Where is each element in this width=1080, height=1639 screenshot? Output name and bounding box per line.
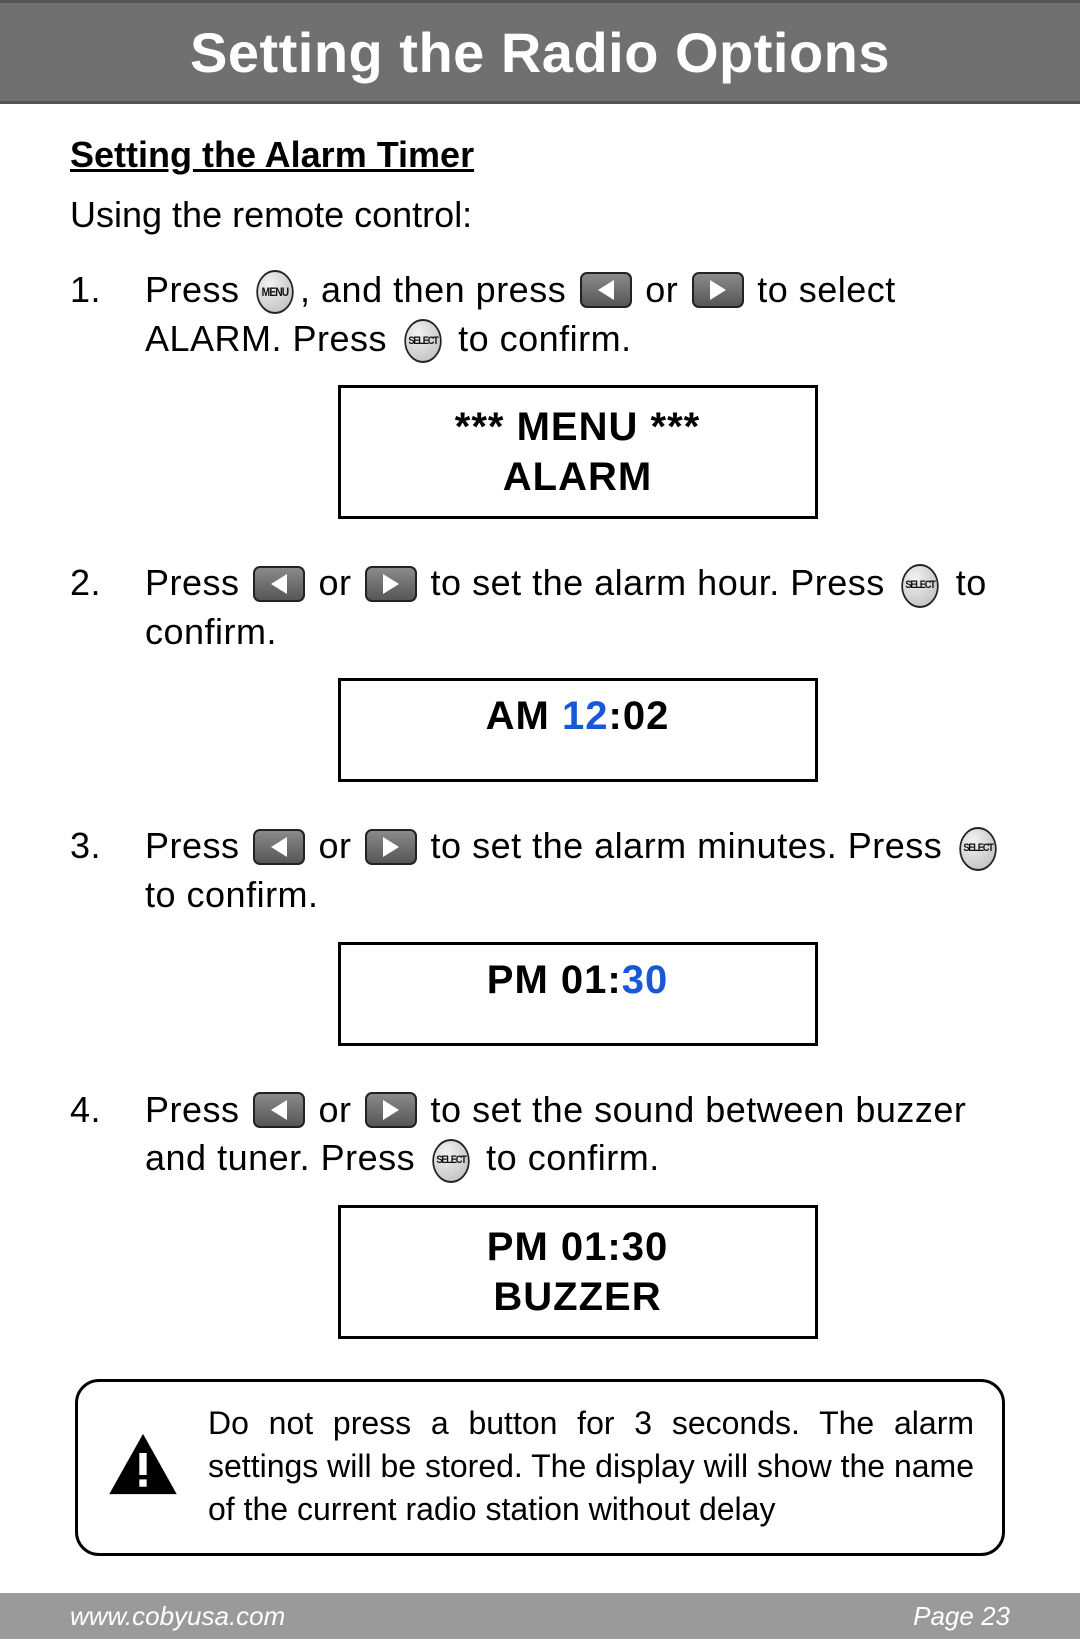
- lcd-prefix: PM 01:: [487, 958, 622, 1002]
- left-arrow-icon: [253, 1092, 305, 1128]
- note-text: Do not press a button for 3 seconds. The…: [208, 1402, 974, 1532]
- step-text: or: [635, 269, 689, 310]
- step-text: or: [308, 825, 362, 866]
- step-1: Press MENU, and then press or to select …: [70, 266, 1010, 519]
- footer-bar: www.cobyusa.com Page 23: [0, 1593, 1080, 1639]
- step-text: Press: [145, 562, 250, 603]
- lcd-highlight: 12: [562, 694, 609, 738]
- steps-list: Press MENU, and then press or to select …: [70, 266, 1010, 1339]
- lcd-line: BUZZER: [351, 1272, 805, 1322]
- content-area: Setting the Alarm Timer Using the remote…: [0, 104, 1080, 1556]
- right-arrow-icon: [692, 272, 744, 308]
- lcd-display-1: *** MENU *** ALARM: [338, 385, 818, 519]
- step-text: to confirm.: [476, 1137, 660, 1178]
- select-button-icon: SELECT: [404, 319, 441, 363]
- step-text: Press: [145, 825, 250, 866]
- lcd-suffix: :02: [609, 694, 670, 738]
- step-text: or: [308, 1089, 362, 1130]
- step-text: to confirm.: [448, 318, 632, 359]
- left-arrow-icon: [253, 566, 305, 602]
- lcd-highlight: 30: [622, 958, 669, 1002]
- select-button-icon: SELECT: [959, 827, 996, 871]
- left-arrow-icon: [580, 272, 632, 308]
- step-2: Press or to set the alarm hour. Press SE…: [70, 559, 1010, 782]
- step-text: to confirm.: [145, 874, 319, 915]
- header-bar: Setting the Radio Options: [0, 0, 1080, 104]
- lcd-line: ALARM: [351, 452, 805, 502]
- lcd-line: PM 01:30: [351, 955, 805, 1005]
- lcd-prefix: AM: [486, 694, 562, 738]
- warning-icon: [106, 1431, 180, 1502]
- lcd-display-4: PM 01:30 BUZZER: [338, 1205, 818, 1339]
- right-arrow-icon: [365, 566, 417, 602]
- step-text: Press: [145, 269, 250, 310]
- lcd-display-3: PM 01:30: [338, 942, 818, 1046]
- left-arrow-icon: [253, 829, 305, 865]
- right-arrow-icon: [365, 1092, 417, 1128]
- lcd-display-2: AM 12:02: [338, 678, 818, 782]
- menu-button-icon: MENU: [256, 270, 293, 314]
- select-button-icon: SELECT: [432, 1139, 469, 1183]
- footer-url: www.cobyusa.com: [70, 1601, 285, 1632]
- step-text: to set the alarm hour. Press: [420, 562, 895, 603]
- step-text: or: [308, 562, 362, 603]
- page-title: Setting the Radio Options: [190, 20, 890, 85]
- step-text: , and then press: [300, 269, 577, 310]
- step-text: to set the alarm minutes. Press: [420, 825, 953, 866]
- step-text: Press: [145, 1089, 250, 1130]
- select-button-icon: SELECT: [902, 564, 939, 608]
- footer-page: Page 23: [913, 1601, 1010, 1632]
- lcd-line: *** MENU ***: [351, 402, 805, 452]
- section-subtitle: Setting the Alarm Timer: [70, 134, 1010, 176]
- lcd-line: PM 01:30: [351, 1222, 805, 1272]
- right-arrow-icon: [365, 829, 417, 865]
- lcd-line: AM 12:02: [351, 691, 805, 741]
- intro-text: Using the remote control:: [70, 194, 1010, 236]
- step-4: Press or to set the sound between buzzer…: [70, 1086, 1010, 1339]
- note-box: Do not press a button for 3 seconds. The…: [75, 1379, 1005, 1557]
- step-3: Press or to set the alarm minutes. Press…: [70, 822, 1010, 1045]
